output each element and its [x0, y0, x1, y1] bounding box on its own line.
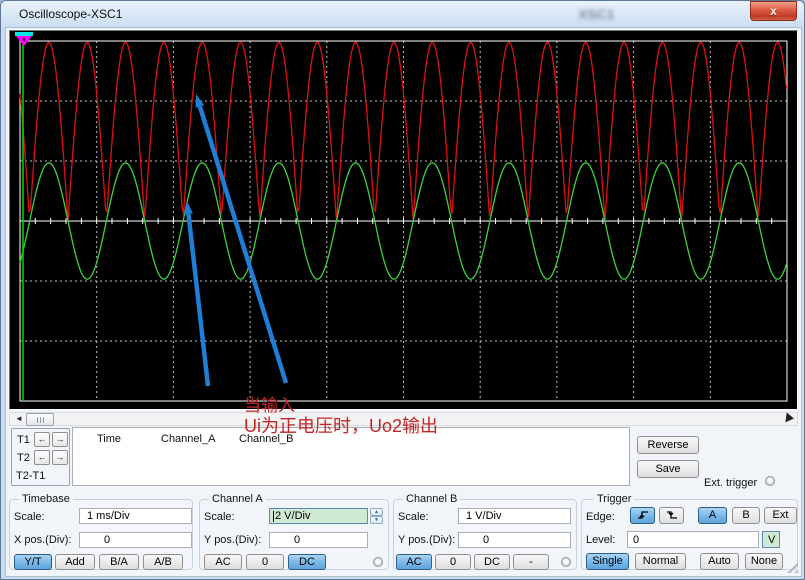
t2-right-button[interactable]: →	[52, 450, 68, 465]
channel-a-zero-button[interactable]: 0	[246, 554, 284, 570]
trigger-title: Trigger	[594, 493, 634, 505]
ext-trigger-connector-icon	[765, 476, 775, 486]
trigger-none-button[interactable]: None	[745, 553, 783, 570]
rising-edge-icon	[636, 510, 650, 520]
channel-b-title: Channel B	[403, 493, 460, 505]
ab-mode-button[interactable]: A/B	[143, 554, 183, 570]
falling-edge-button[interactable]	[659, 507, 684, 524]
channel-a-title: Channel A	[209, 493, 266, 505]
channel-b-group: Channel B Scale: 1 V/Div Y pos.(Div): 0 …	[393, 499, 577, 570]
channel-a-dc-button[interactable]: DC	[288, 554, 326, 570]
falling-edge-icon	[665, 510, 679, 520]
timebase-scale-label: Scale:	[14, 511, 45, 523]
trigger-normal-button[interactable]: Normal	[635, 553, 686, 570]
trigger-level-unit-select[interactable]: V	[762, 531, 780, 548]
trigger-source-ext-button[interactable]: Ext	[764, 507, 797, 524]
channel-b-scale-label: Scale:	[398, 511, 429, 523]
channel-a-connector-icon	[373, 557, 383, 567]
xsc1-watermark: XSC1	[578, 6, 615, 22]
trigger-source-b-button[interactable]: B	[732, 507, 760, 524]
channel-b-ypos-label: Y pos.(Div):	[398, 534, 455, 546]
title-bar: Oscilloscope-XSC1 XSC1 x	[1, 1, 804, 27]
channel-b-scale-field[interactable]: 1 V/Div	[458, 508, 571, 524]
text-caret	[273, 511, 274, 522]
reverse-button[interactable]: Reverse	[637, 436, 699, 454]
channel-a-ypos-label: Y pos.(Div):	[204, 534, 261, 546]
readout-header-time: Time	[97, 433, 121, 445]
channel-a-scale-field[interactable]: 2 V/Div	[269, 508, 368, 524]
trigger-level-label: Level:	[586, 534, 615, 546]
scope-display	[9, 30, 798, 410]
spin-down-icon[interactable]: ▼	[370, 516, 383, 524]
timebase-scale-field[interactable]: 1 ms/Div	[79, 508, 192, 524]
channel-b-ac-button[interactable]: AC	[396, 554, 432, 570]
annotation-line1: 当输入	[244, 395, 438, 416]
t2-left-button[interactable]: ←	[34, 450, 50, 465]
oscilloscope-window: Oscilloscope-XSC1 XSC1 x ◄ T1 ← → T2 ← →…	[0, 0, 805, 580]
trigger-group: Trigger Edge: A B Ext Level: 0 V Single …	[581, 499, 798, 570]
save-button[interactable]: Save	[637, 460, 699, 478]
yt-mode-button[interactable]: Y/T	[14, 554, 52, 570]
channel-b-connector-icon	[561, 557, 571, 567]
spin-up-icon[interactable]: ▲	[370, 508, 383, 516]
channel-a-group: Channel A Scale: 2 V/Div ▲ ▼ Y pos.(Div)…	[199, 499, 389, 570]
t1-left-button[interactable]: ←	[34, 432, 50, 447]
trigger-single-button[interactable]: Single	[586, 553, 629, 570]
scroll-left-icon[interactable]: ◄	[13, 414, 25, 424]
cursor-control-box: T1 ← → T2 ← → T2-T1	[11, 428, 70, 486]
ba-mode-button[interactable]: B/A	[99, 554, 139, 570]
scope-waveform-svg[interactable]	[10, 31, 797, 409]
timebase-title: Timebase	[19, 493, 73, 505]
channel-a-ac-button[interactable]: AC	[204, 554, 242, 570]
channel-b-ypos-field[interactable]: 0	[458, 532, 571, 548]
timebase-xpos-label: X pos.(Div):	[14, 534, 71, 546]
close-button[interactable]: x	[750, 1, 797, 21]
window-title: Oscilloscope-XSC1	[19, 7, 122, 21]
readout-header-channel-a: Channel_A	[161, 433, 215, 445]
trigger-edge-label: Edge:	[586, 511, 615, 523]
scrollbar-thumb[interactable]	[26, 413, 54, 426]
t1-right-button[interactable]: →	[52, 432, 68, 447]
timebase-xpos-field[interactable]: 0	[79, 532, 192, 548]
t2-t1-label: T2-T1	[16, 470, 45, 482]
channel-b-zero-button[interactable]: 0	[435, 554, 471, 570]
trigger-source-a-button[interactable]: A	[698, 507, 727, 524]
channel-a-ypos-field[interactable]: 0	[269, 532, 368, 548]
channel-b-minus-button[interactable]: -	[513, 554, 549, 570]
add-mode-button[interactable]: Add	[55, 554, 95, 570]
timebase-group: Timebase Scale: 1 ms/Div X pos.(Div): 0 …	[9, 499, 193, 570]
rising-edge-button[interactable]	[630, 507, 655, 524]
channel-b-dc-button[interactable]: DC	[474, 554, 510, 570]
channel-a-scale-label: Scale:	[204, 511, 235, 523]
scroll-right-arrow-icon[interactable]	[785, 412, 794, 423]
annotation-text: 当输入 Ui为正电压时，Uo2输出	[244, 395, 438, 437]
t1-label: T1	[17, 434, 30, 446]
channel-a-scale-spinner[interactable]: ▲ ▼	[370, 508, 383, 524]
ext-trigger-label: Ext. trigger	[704, 477, 757, 489]
trigger-auto-button[interactable]: Auto	[700, 553, 739, 570]
trigger-level-field[interactable]: 0	[627, 531, 759, 548]
annotation-line2: Ui为正电压时，Uo2输出	[244, 416, 438, 437]
t2-label: T2	[17, 452, 30, 464]
